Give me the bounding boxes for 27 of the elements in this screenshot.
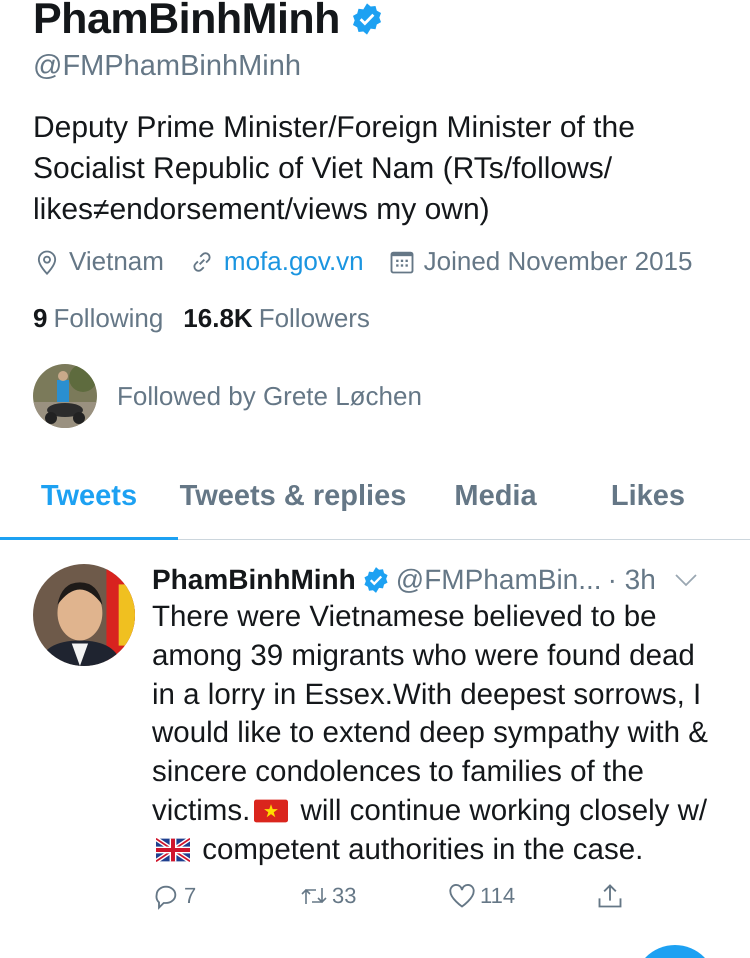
tweet-author-handle: @FMPhamBin... bbox=[396, 564, 602, 596]
location-text: Vietnam bbox=[69, 246, 164, 277]
following-label[interactable]: Following bbox=[53, 303, 164, 334]
joined-date: Joined November 2015 bbox=[424, 246, 692, 277]
followers-count[interactable]: 16.8K bbox=[183, 303, 253, 334]
profile-bio: Deputy Prime Minister/Foreign Minister of the Socialist Republic of Viet Nam (RTs/follows/ likes≠endorsement/views my own) bbox=[33, 110, 636, 228]
profile-tab[interactable]: Tweets bbox=[0, 470, 178, 540]
profile-tab[interactable]: Tweets & replies bbox=[178, 470, 408, 540]
tweet-text: There were Vietnamese believed to be among 39 migrants who were found dead in a lorry in Essex.With deepest sorrows, I would like to extend deep sympathy with & sincere condolences to families of the victims. will continue working closely w/ competent authorities in the case. bbox=[152, 599, 708, 868]
profile-handle: @FMPhamBinhMinh bbox=[33, 50, 302, 83]
share-icon[interactable] bbox=[596, 882, 624, 910]
vietnam-flag-icon bbox=[254, 798, 288, 823]
retweet-count: 33 bbox=[332, 882, 356, 909]
tweet-author-name[interactable]: PhamBinhMinh bbox=[152, 564, 356, 596]
reply-count: 7 bbox=[184, 882, 196, 909]
like-count: 114 bbox=[480, 882, 516, 909]
profile-name: PhamBinhMinh bbox=[33, 0, 340, 38]
website-link[interactable]: mofa.gov.vn bbox=[224, 246, 364, 277]
profile-tab[interactable]: Media bbox=[408, 470, 583, 540]
tweet-time: · 3h bbox=[608, 564, 656, 596]
following-count[interactable]: 9 bbox=[33, 303, 48, 334]
profile-tab[interactable]: Likes bbox=[583, 470, 713, 540]
followed-by-text: Followed by Grete Løchen bbox=[117, 380, 422, 412]
chevron-down-icon[interactable] bbox=[674, 573, 698, 587]
uk-flag-icon bbox=[156, 838, 190, 862]
heart-icon[interactable] bbox=[448, 882, 476, 910]
followers-label[interactable]: Followers bbox=[258, 303, 370, 334]
